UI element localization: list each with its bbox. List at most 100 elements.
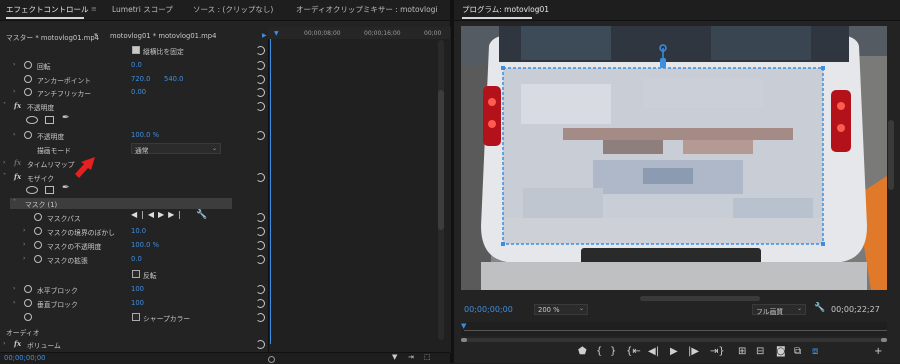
zoom-bar-handle-right[interactable] [881,338,887,342]
export-frame-icon[interactable]: ◙ [776,346,786,357]
stopwatch-icon[interactable] [34,227,42,235]
reset-icon[interactable] [256,313,265,322]
stopwatch-icon[interactable] [24,88,32,96]
reset-icon[interactable] [256,227,265,236]
stopwatch-icon[interactable] [24,61,32,69]
play-icon[interactable]: ▶ [670,346,678,357]
stopwatch-icon[interactable] [34,213,42,221]
stopwatch-icon[interactable] [24,299,32,307]
expand-chevron-icon[interactable]: › [3,159,5,166]
expand-chevron-icon[interactable]: › [3,340,5,347]
mask-outline[interactable] [461,26,887,290]
collapse-chevron-icon[interactable]: ˅ [3,173,6,180]
program-horizontal-scrollbar[interactable] [640,296,760,301]
reset-icon[interactable] [256,241,265,250]
overwrite-icon[interactable]: ⊟ [756,346,764,357]
reset-icon[interactable] [256,131,265,140]
reset-icon[interactable] [256,75,265,84]
comparison-view-icon[interactable]: ⧉ [794,346,801,357]
pen-mask-icon[interactable]: ✒ [62,183,70,193]
fx-toggle-icon[interactable]: fx [14,101,21,110]
filter-icon[interactable]: ▼ [392,353,397,361]
mark-out-icon[interactable]: } [610,346,616,357]
time-remap-label[interactable]: タイムリマップ [27,159,74,169]
mask-row-highlight[interactable]: ˅ マスク (1) [10,198,232,209]
insert-icon[interactable]: ⊞ [738,346,746,357]
go-to-in-icon[interactable]: {⇤ [626,346,641,357]
expand-chevron-icon[interactable]: › [23,255,25,262]
mask-feather-value[interactable]: 10.0 [131,227,146,235]
reset-icon[interactable] [256,340,265,349]
tab-source[interactable]: ソース : (クリップなし) [193,4,273,15]
export-icon[interactable]: ⇥ [408,353,414,361]
program-current-timecode[interactable]: 00;00;00;00 [464,305,513,314]
stopwatch-icon[interactable] [34,255,42,263]
program-vertical-scrollbar[interactable] [888,120,894,190]
step-forward-icon[interactable]: |▶ [688,346,699,357]
zoom-bar-handle-left[interactable] [461,338,467,342]
pen-mask-icon[interactable]: ✒ [62,113,70,123]
settings-wrench-icon[interactable]: 🔧 [814,303,825,313]
program-video-frame[interactable] [461,26,887,290]
mark-in-icon[interactable]: { [596,346,602,357]
play-only-icon[interactable]: ▶ [262,32,267,39]
expand-chevron-icon[interactable]: › [23,241,25,248]
opacity-section-label[interactable]: 不透明度 [27,102,54,112]
ellipse-mask-icon[interactable] [26,116,38,124]
antiflicker-value[interactable]: 0.00 [131,88,146,96]
stopwatch-icon[interactable] [24,75,32,83]
vertical-blocks-value[interactable]: 100 [131,299,144,307]
anchor-y-value[interactable]: 540.0 [164,75,183,83]
fx-toggle-icon[interactable]: fx [14,172,21,181]
expand-chevron-icon[interactable]: › [23,227,25,234]
reset-icon[interactable] [256,299,265,308]
reset-icon[interactable] [256,102,265,111]
horizontal-blocks-value[interactable]: 100 [131,285,144,293]
collapse-chevron-icon[interactable]: ˅ [13,199,16,206]
master-dropdown-icon[interactable]: ▾ [94,31,98,39]
mask-track-controls[interactable]: ◀|◀▶▶| [131,210,185,219]
reset-icon[interactable] [256,88,265,97]
anchor-x-value[interactable]: 720.0 [131,75,150,83]
share-icon[interactable]: ⬚ [424,353,431,361]
program-playhead[interactable]: ▼ [461,322,466,330]
stopwatch-icon[interactable] [34,241,42,249]
add-marker-icon[interactable]: ⬟ [578,346,587,357]
mask-opacity-value[interactable]: 100.0 % [131,241,159,249]
playhead-line[interactable] [270,39,271,344]
blend-mode-dropdown[interactable]: 通常 ⌄ [131,143,221,155]
reset-icon[interactable] [256,255,265,264]
reset-icon[interactable] [256,173,265,182]
go-to-out-icon[interactable]: ⇥} [710,346,725,357]
expand-chevron-icon[interactable]: › [13,131,15,138]
rectangle-mask-icon[interactable] [45,186,54,194]
invert-checkbox[interactable] [132,270,140,278]
stopwatch-icon[interactable] [24,131,32,139]
stopwatch-icon[interactable] [24,285,32,293]
sequence-clip-label[interactable]: motovlog01 * motovlog01.mp4 [110,32,216,40]
reset-icon[interactable] [256,213,265,222]
wrench-icon[interactable]: 🔧 [196,210,207,220]
tab-lumetri[interactable]: Lumetri スコープ [112,4,173,15]
expand-chevron-icon[interactable]: › [13,88,15,95]
fx-toggle-icon[interactable]: fx [14,158,21,167]
volume-label[interactable]: ボリューム [27,340,61,350]
reset-icon[interactable] [256,285,265,294]
expand-chevron-icon[interactable]: › [13,285,15,292]
effect-scrollbar-thumb[interactable] [438,90,444,230]
panel-menu-icon[interactable]: ≡ [536,5,542,13]
expand-chevron-icon[interactable]: › [13,299,15,306]
zoom-dropdown[interactable]: 200 % ⌄ [534,304,588,315]
uniform-scale-checkbox[interactable] [132,46,140,54]
rotation-value[interactable]: 0.0 [131,61,142,69]
collapse-chevron-icon[interactable]: ˅ [3,102,6,109]
panel-menu-icon[interactable]: ≡ [91,5,97,13]
ellipse-mask-icon[interactable] [26,186,38,194]
button-editor-icon[interactable]: + [874,346,882,357]
stopwatch-icon[interactable] [24,313,32,321]
program-zoom-bar[interactable] [461,338,887,342]
proxy-toggle-icon[interactable]: ⧈ [812,346,818,357]
tab-audio-mixer[interactable]: オーディオクリップミキサー : motovlogi [296,4,438,15]
master-clip-label[interactable]: マスター * motovlog01.mp4 [6,32,99,42]
reset-icon[interactable] [256,46,265,55]
